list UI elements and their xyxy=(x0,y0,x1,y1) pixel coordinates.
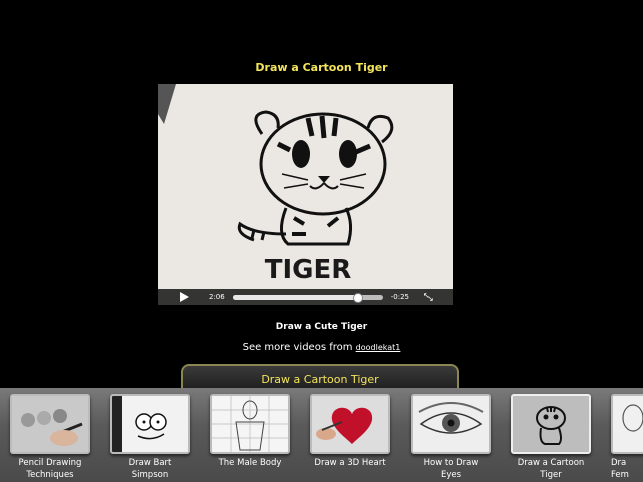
carousel-item[interactable]: How to Draw Eyes xyxy=(411,394,491,481)
video-player[interactable]: TIGER 2:06 -0:25 ↖ ↘ xyxy=(158,84,453,305)
thumbnail-label: Pencil Drawing Techniques xyxy=(18,458,82,480)
carousel-item[interactable]: Draw a 3D Heart xyxy=(310,394,390,469)
carousel-item[interactable]: The Male Body xyxy=(210,394,290,469)
now-playing-label: Draw a Cartoon Tiger xyxy=(261,373,379,386)
remaining-time: -0:25 xyxy=(390,293,409,301)
thumbnail xyxy=(611,394,643,454)
carousel-item[interactable]: Dra Fem xyxy=(611,394,643,481)
thumbnail-label: Draw Bart Simpson xyxy=(128,458,172,480)
more-videos-prefix: See more videos from xyxy=(242,342,353,353)
video-controls: 2:06 -0:25 ↖ ↘ xyxy=(158,289,453,305)
fullscreen-icon[interactable]: ↖ ↘ xyxy=(423,292,434,303)
scrubber-knob[interactable] xyxy=(353,292,364,303)
thumbnail xyxy=(10,394,90,454)
thumbnail-label: Draw a Cartoon Tiger xyxy=(517,458,585,480)
thumbnail-label: The Male Body xyxy=(218,458,282,468)
elapsed-time: 2:06 xyxy=(209,293,225,301)
video-subtitle: Draw a Cute Tiger xyxy=(275,322,368,332)
thumbnail-label: How to Draw Eyes xyxy=(423,458,479,480)
thumbnail-label: Draw a 3D Heart xyxy=(314,458,386,468)
carousel-item[interactable]: Pencil Drawing Techniques xyxy=(10,394,90,481)
thumbnail xyxy=(110,394,190,454)
video-scrubber[interactable] xyxy=(232,292,383,303)
thumbnail xyxy=(310,394,390,454)
page-title: Draw a Cartoon Tiger xyxy=(255,61,388,74)
video-carousel[interactable]: Pencil Drawing Techniques Draw Bart Simpso… xyxy=(0,388,643,482)
thumbnail xyxy=(210,394,290,454)
scrubber-fill xyxy=(232,294,358,300)
video-frame-caption: TIGER xyxy=(265,255,352,285)
thumbnail-label: Dra Fem xyxy=(611,458,629,480)
thumbnail xyxy=(411,394,491,454)
more-videos-line: See more videos from doodlekat1 xyxy=(0,342,643,353)
author-link[interactable]: doodlekat1 xyxy=(356,343,401,352)
thumbnail xyxy=(511,394,591,454)
carousel-item[interactable]: Draw a Cartoon Tiger xyxy=(511,394,591,481)
carousel-item[interactable]: Draw Bart Simpson xyxy=(110,394,190,481)
play-icon[interactable] xyxy=(180,292,189,302)
video-frame[interactable]: TIGER xyxy=(158,84,453,290)
